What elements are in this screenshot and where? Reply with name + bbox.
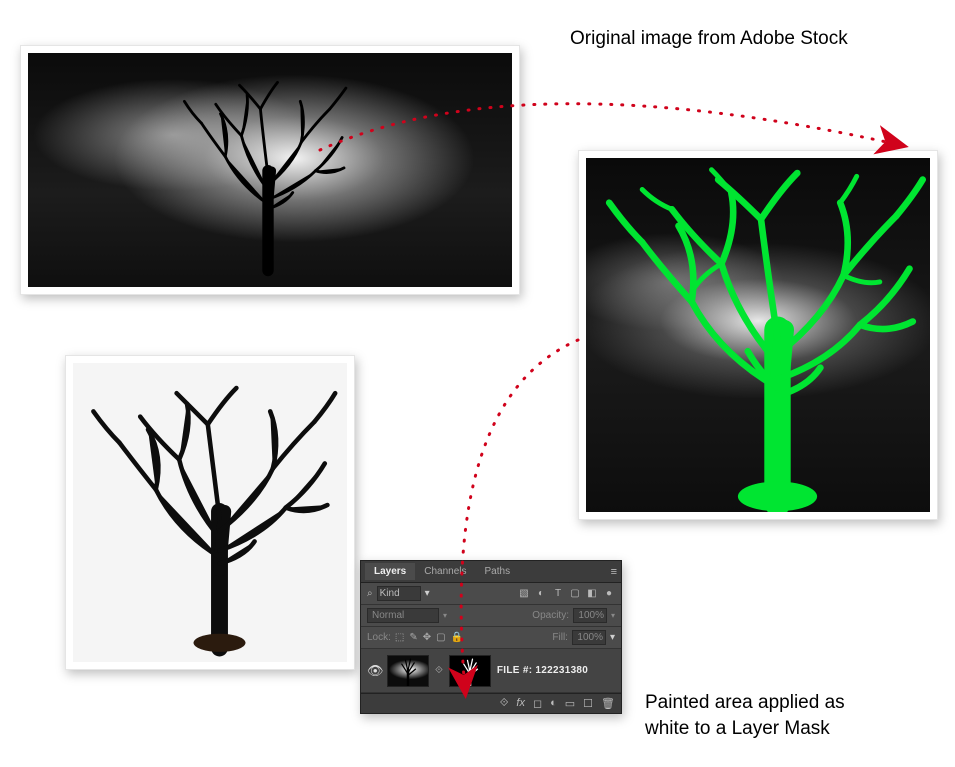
thumb-tree-icon (395, 656, 421, 686)
caption-line1: Painted area applied as (645, 692, 845, 713)
mask-tree-icon (457, 656, 483, 686)
lock-position-icon[interactable]: ✥ (423, 632, 431, 643)
fill-label: Fill: (552, 632, 568, 643)
tab-channels[interactable]: Channels (415, 563, 475, 580)
caption-original: Original image from Adobe Stock (570, 28, 848, 50)
chevron-down-icon[interactable]: ▾ (443, 611, 447, 620)
panel-tabs: Layers Channels Paths ≡ (361, 561, 621, 583)
frame-masked-result (65, 355, 355, 670)
visibility-eye-icon[interactable]: 👁 (367, 663, 381, 679)
filter-type-icon[interactable]: T (552, 588, 564, 600)
filter-smart-icon[interactable]: ◧ (586, 588, 598, 600)
green-tree (596, 158, 926, 512)
chevron-down-icon[interactable]: ▾ (610, 632, 615, 643)
lock-artboard-icon[interactable]: ▢ (436, 632, 445, 643)
chevron-down-icon[interactable]: ▾ (611, 611, 615, 620)
original-tree (173, 58, 363, 287)
chevron-down-icon[interactable]: ▾ (425, 588, 430, 599)
original-image (28, 53, 512, 287)
panel-menu-icon[interactable]: ≡ (611, 566, 617, 578)
lock-label: Lock: (367, 632, 391, 643)
blend-mode-select[interactable]: Normal (367, 608, 439, 623)
fill-value[interactable]: 100% (572, 630, 606, 645)
tab-paths[interactable]: Paths (476, 563, 520, 580)
layer-mask-thumbnail[interactable] (449, 655, 491, 687)
new-layer-icon[interactable]: ☐ (583, 697, 593, 710)
frame-original-image (20, 45, 520, 295)
lock-row: Lock: ⬚ ✎ ✥ ▢ 🔒 Fill: 100% ▾ (361, 627, 621, 649)
caption-text: Original image from Adobe Stock (570, 28, 848, 49)
filter-toggle-icon[interactable]: ● (603, 588, 615, 600)
caption-mask: Painted area applied as white to a Layer… (645, 690, 845, 741)
add-mask-icon[interactable]: ◻ (533, 697, 542, 710)
masked-tree (83, 368, 343, 662)
masked-image (73, 363, 347, 662)
lock-pixels-icon[interactable]: ⬚ (395, 632, 404, 643)
caption-line2: white to a Layer Mask (645, 718, 830, 739)
frame-green-painted (578, 150, 938, 520)
group-icon[interactable]: ▭ (565, 697, 575, 710)
tab-layers[interactable]: Layers (365, 563, 415, 580)
green-image (586, 158, 930, 512)
blend-row: Normal ▾ Opacity: 100% ▾ (361, 605, 621, 627)
filter-adjustment-icon[interactable]: ◐ (535, 588, 547, 600)
filter-pixel-icon[interactable]: ▧ (518, 588, 530, 600)
search-icon: ⌕ (367, 588, 373, 599)
adjustment-layer-icon[interactable]: ◐ (550, 697, 557, 710)
layer-thumbnail[interactable] (387, 655, 429, 687)
kind-filter-input[interactable] (377, 586, 421, 601)
layer-row[interactable]: 👁 ⟐ FILE #: (361, 649, 621, 693)
link-icon[interactable]: ⟐ (435, 665, 443, 676)
fx-icon[interactable]: fx (516, 697, 525, 710)
opacity-label: Opacity: (532, 610, 569, 621)
panel-footer: ⟐ fx ◻ ◐ ▭ ☐ 🗑 (361, 693, 621, 713)
layers-panel: Layers Channels Paths ≡ ⌕ ▾ ▧ ◐ T ▢ ◧ ● … (360, 560, 622, 714)
filter-shape-icon[interactable]: ▢ (569, 588, 581, 600)
filter-row: ⌕ ▾ ▧ ◐ T ▢ ◧ ● (361, 583, 621, 605)
link-layers-icon[interactable]: ⟐ (500, 697, 509, 710)
opacity-value[interactable]: 100% (573, 608, 607, 623)
delete-layer-icon[interactable]: 🗑 (601, 697, 615, 710)
lock-brush-icon[interactable]: ✎ (409, 632, 417, 643)
layer-name-label[interactable]: FILE #: 122231380 (497, 665, 588, 676)
lock-all-icon[interactable]: 🔒 (451, 632, 463, 643)
